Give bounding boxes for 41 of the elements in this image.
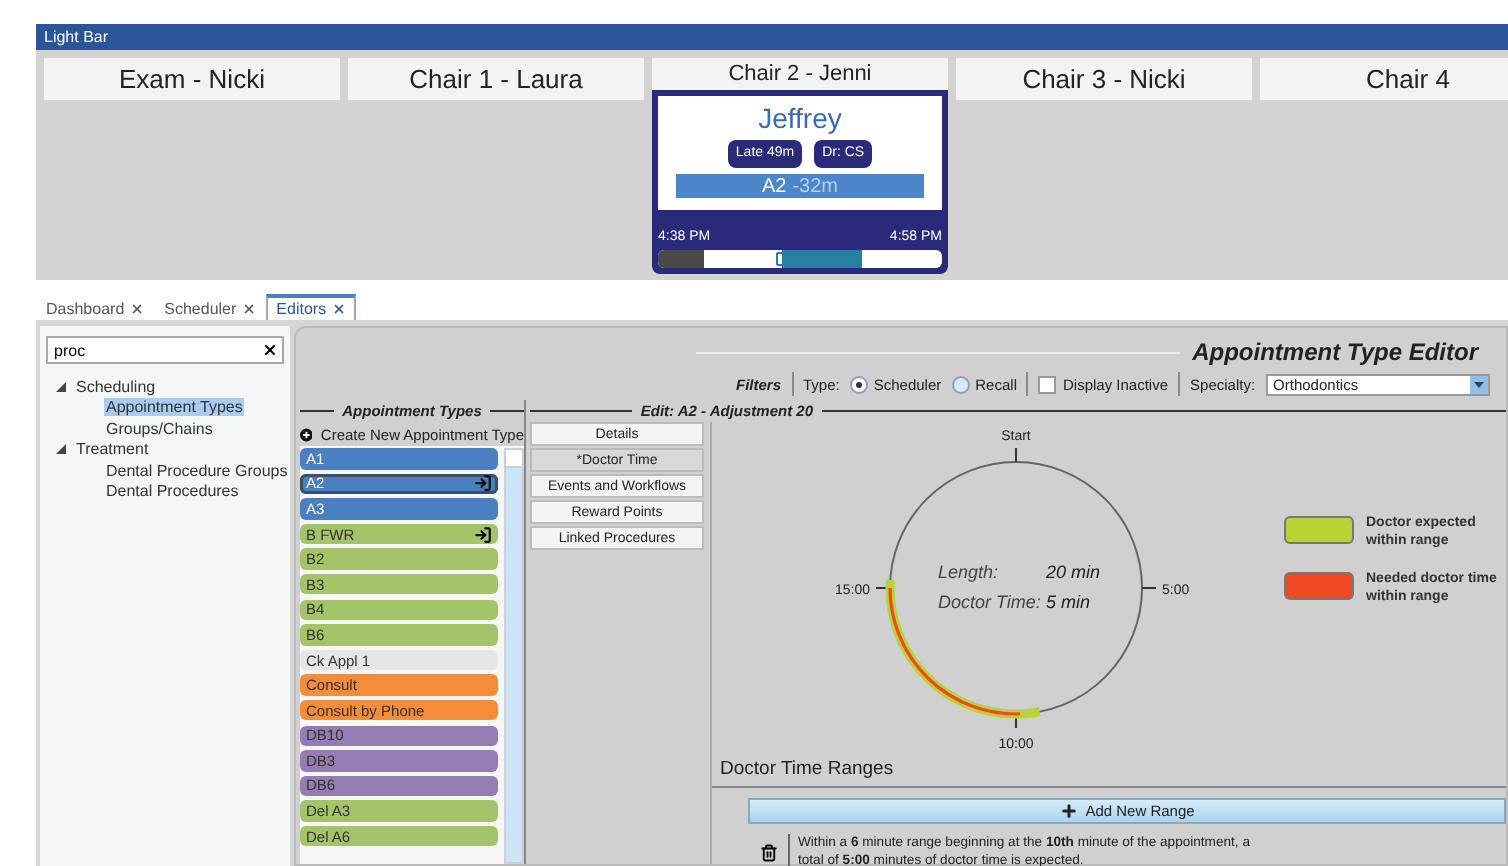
clear-icon[interactable] — [262, 342, 278, 358]
close-icon[interactable] — [332, 302, 347, 316]
chair-header[interactable]: Chair 1 - Laura — [348, 58, 644, 100]
dropdown-arrow-icon — [1473, 381, 1484, 387]
search-field[interactable]: proc — [46, 336, 284, 364]
editor-title: Appointment Type Editor — [1192, 338, 1478, 366]
plus-circle-icon — [300, 425, 313, 443]
section-title: Doctor Time Ranges — [712, 752, 1506, 788]
expand-arrow-icon[interactable] — [56, 444, 66, 455]
chair-header[interactable]: Chair 3 - Nicki — [956, 58, 1252, 100]
doctor-time-value: 5 min — [1046, 592, 1091, 612]
trash-icon[interactable] — [760, 843, 778, 861]
radio-button[interactable] — [849, 375, 868, 393]
tree-item[interactable]: Treatment — [74, 440, 151, 459]
chair-header[interactable]: Chair 4 — [1260, 58, 1508, 100]
length-value: 20 min — [1046, 562, 1101, 582]
tree-item[interactable]: Scheduling — [74, 377, 158, 396]
elapsed-segment — [658, 250, 704, 268]
scrollbar[interactable] — [504, 448, 524, 864]
window-title: Light Bar — [36, 24, 1508, 50]
plus-icon — [1059, 802, 1078, 820]
close-icon[interactable] — [130, 301, 145, 315]
length-label: Length: — [938, 562, 999, 582]
checkbox[interactable] — [1038, 375, 1057, 393]
tree-item[interactable]: Groups/Chains — [104, 419, 215, 438]
scheduled-segment — [782, 250, 863, 268]
doctor-time-label: Doctor Time: — [938, 592, 1041, 612]
tree-item[interactable]: Dental Procedures — [104, 482, 241, 501]
chair-header[interactable]: Chair 2 - Jenni — [652, 58, 948, 90]
timeline-marker — [776, 252, 785, 266]
tab[interactable]: Dashboard — [36, 294, 155, 320]
tab[interactable]: Editors — [266, 294, 357, 320]
patient-name: Jeffrey — [758, 102, 842, 134]
close-icon[interactable] — [242, 301, 257, 315]
chair-header[interactable]: Exam - Nicki — [44, 58, 340, 100]
expand-arrow-icon[interactable] — [56, 381, 66, 392]
tree-item[interactable]: Appointment Types — [104, 398, 245, 417]
radio-button[interactable] — [951, 375, 970, 393]
tree-item[interactable]: Dental Procedure Groups — [104, 461, 290, 480]
tab[interactable]: Scheduler — [154, 294, 267, 320]
procedure-bar: A2 -32m — [676, 174, 924, 198]
